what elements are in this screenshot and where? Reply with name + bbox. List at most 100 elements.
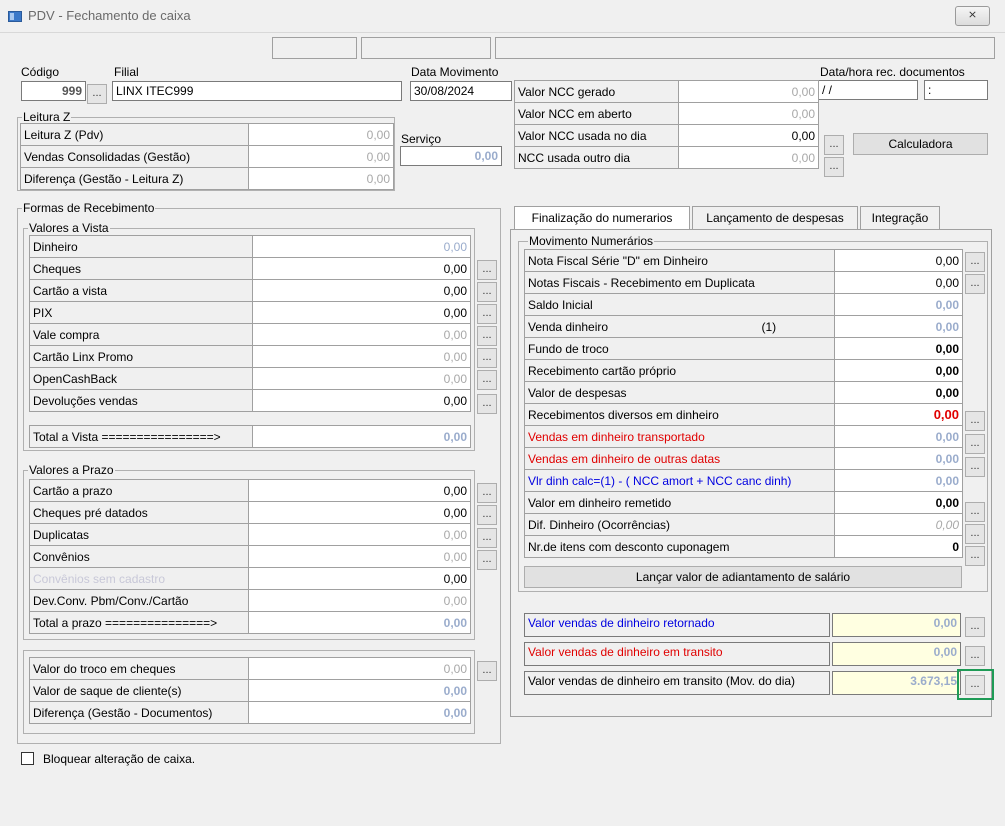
row-label: Valor NCC usada no dia — [514, 124, 679, 147]
lancar-adiantamento-button[interactable]: Lançar valor de adiantamento de salário — [524, 566, 962, 588]
vale-compra-button[interactable]: ... — [477, 326, 497, 346]
row-label: Valor de despesas — [524, 381, 835, 404]
row-label: Dinheiro — [29, 235, 253, 258]
ncc-table: Valor NCC gerado 0,00 Valor NCC em aberto… — [514, 80, 819, 169]
dinheiro-value[interactable]: 0,00 — [252, 235, 471, 258]
saque-cliente-value[interactable]: 0,00 — [248, 679, 471, 702]
saldo-inicial-value[interactable]: 0,00 — [834, 293, 963, 316]
ncc-outro-dia-value[interactable]: 0,00 — [678, 146, 819, 169]
servico-field[interactable]: 0,00 — [400, 146, 502, 166]
filial-field[interactable]: LINX ITEC999 — [112, 81, 402, 101]
cartao-vista-button[interactable]: ... — [477, 282, 497, 302]
convenios-button[interactable]: ... — [477, 550, 497, 570]
cheques-value[interactable]: 0,00 — [252, 257, 471, 280]
tab-integracao[interactable]: Integração — [860, 206, 940, 230]
convenios-value[interactable]: 0,00 — [248, 545, 471, 568]
opencashback-value[interactable]: 0,00 — [252, 367, 471, 390]
transito-button[interactable]: ... — [965, 646, 985, 666]
row-label: Vlr dinh calc=(1) - ( NCC amort + NCC ca… — [524, 469, 835, 492]
recebimento-cartao-proprio-value[interactable]: 0,00 — [834, 359, 963, 382]
vale-compra-value[interactable]: 0,00 — [252, 323, 471, 346]
codigo-lookup-button[interactable]: ... — [87, 84, 107, 104]
bloquear-label: Bloquear alteração de caixa. — [43, 752, 196, 766]
table-row: Saldo Inicial 0,00 — [524, 293, 963, 316]
venda-dinheiro-label: Venda dinheiro — [528, 319, 609, 334]
pix-value[interactable]: 0,00 — [252, 301, 471, 324]
recebimentos-diversos-button[interactable]: ... — [965, 411, 985, 431]
row-label: Recebimentos diversos em dinheiro — [524, 403, 835, 426]
duplicatas-value[interactable]: 0,00 — [248, 523, 471, 546]
retornado-label: Valor vendas de dinheiro retornado — [524, 613, 830, 637]
row-label: Notas Fiscais - Recebimento em Duplicata — [524, 271, 835, 294]
cheques-pre-button[interactable]: ... — [477, 505, 497, 525]
convenios-sem-cadastro-value[interactable]: 0,00 — [248, 567, 471, 590]
ncc-usada-dia-value[interactable]: 0,00 — [678, 124, 819, 147]
table-row: Dif. Dinheiro (Ocorrências) 0,00 — [524, 513, 963, 536]
troco-cheques-button[interactable]: ... — [477, 661, 497, 681]
data-movimento-field[interactable]: 30/08/2024 — [410, 81, 512, 101]
vendas-consolidadas-value[interactable]: 0,00 — [248, 145, 394, 168]
pix-button[interactable]: ... — [477, 304, 497, 324]
nf-duplicata-value[interactable]: 0,00 — [834, 271, 963, 294]
codigo-field[interactable]: 999 — [21, 81, 86, 101]
devolucoes-value[interactable]: 0,00 — [252, 389, 471, 412]
row-label: Venda dinheiro (1) — [524, 315, 835, 338]
cartao-linx-promo-button[interactable]: ... — [477, 348, 497, 368]
filial-label: Filial — [114, 65, 139, 79]
valor-despesas-value[interactable]: 0,00 — [834, 381, 963, 404]
servico-label: Serviço — [401, 132, 442, 146]
tab-lancamento-despesas[interactable]: Lançamento de despesas — [692, 206, 858, 230]
documentos-table: Valor do troco em cheques 0,00 Valor de s… — [29, 657, 471, 724]
itens-desconto-button[interactable]: ... — [965, 546, 985, 566]
ncc-aberto-value[interactable]: 0,00 — [678, 102, 819, 125]
nf-serie-d-value[interactable]: 0,00 — [834, 249, 963, 272]
venda-dinheiro-value[interactable]: 0,00 — [834, 315, 963, 338]
opencashback-button[interactable]: ... — [477, 370, 497, 390]
total-prazo-value: 0,00 — [248, 611, 471, 634]
movimento-numerarios-legend: Movimento Numerários — [528, 234, 655, 248]
table-row: NCC usada outro dia 0,00 — [514, 146, 819, 169]
vlr-dinh-calc-value: 0,00 — [834, 469, 963, 492]
ncc-outro-dia-button[interactable]: ... — [824, 157, 844, 177]
ncc-usada-dia-button[interactable]: ... — [824, 135, 844, 155]
total-prazo-label: Total a prazo ===============> — [29, 611, 249, 634]
close-button[interactable]: ⨯ — [955, 6, 990, 26]
dev-conv-value[interactable]: 0,00 — [248, 589, 471, 612]
nf-serie-d-button[interactable]: ... — [965, 252, 985, 272]
devolucoes-button[interactable]: ... — [477, 394, 497, 414]
retornado-value: 0,00 — [832, 613, 961, 637]
dif-dinheiro-button[interactable]: ... — [965, 524, 985, 544]
vendas-outras-datas-button[interactable]: ... — [965, 457, 985, 477]
cartao-linx-promo-value[interactable]: 0,00 — [252, 345, 471, 368]
recebimentos-diversos-value: 0,00 — [834, 403, 963, 426]
row-label: Valor em dinheiro remetido — [524, 491, 835, 514]
tab-finalizacao[interactable]: Finalização do numerarios — [514, 206, 690, 230]
leitura-z-pdv-value[interactable]: 0,00 — [248, 123, 394, 146]
row-label: Saldo Inicial — [524, 293, 835, 316]
cartao-prazo-button[interactable]: ... — [477, 483, 497, 503]
bloquear-checkbox[interactable] — [21, 752, 34, 765]
ncc-gerado-value[interactable]: 0,00 — [678, 80, 819, 103]
table-row: Cheques pré datados 0,00 — [29, 501, 471, 524]
cheques-button[interactable]: ... — [477, 260, 497, 280]
table-row: Recebimentos diversos em dinheiro 0,00 — [524, 403, 963, 426]
data-rec-field[interactable]: / / — [818, 80, 918, 100]
vendas-transportado-button[interactable]: ... — [965, 434, 985, 454]
cartao-prazo-value[interactable]: 0,00 — [248, 479, 471, 502]
row-label: Vendas Consolidadas (Gestão) — [20, 145, 249, 168]
dinheiro-remetido-value[interactable]: 0,00 — [834, 491, 963, 514]
cheques-pre-value[interactable]: 0,00 — [248, 501, 471, 524]
duplicatas-button[interactable]: ... — [477, 528, 497, 548]
table-row: Leitura Z (Pdv) 0,00 — [20, 123, 394, 146]
row-label: Recebimento cartão próprio — [524, 359, 835, 382]
table-row: Total a prazo ===============> 0,00 — [29, 611, 471, 634]
dinheiro-remetido-button[interactable]: ... — [965, 502, 985, 522]
hora-rec-field[interactable]: : — [924, 80, 988, 100]
fundo-troco-value[interactable]: 0,00 — [834, 337, 963, 360]
cartao-vista-value[interactable]: 0,00 — [252, 279, 471, 302]
data-hora-label: Data/hora rec. documentos — [820, 65, 965, 79]
nf-duplicata-button[interactable]: ... — [965, 274, 985, 294]
retornado-button[interactable]: ... — [965, 617, 985, 637]
troco-cheques-value[interactable]: 0,00 — [248, 657, 471, 680]
calculadora-button[interactable]: Calculadora — [853, 133, 988, 155]
